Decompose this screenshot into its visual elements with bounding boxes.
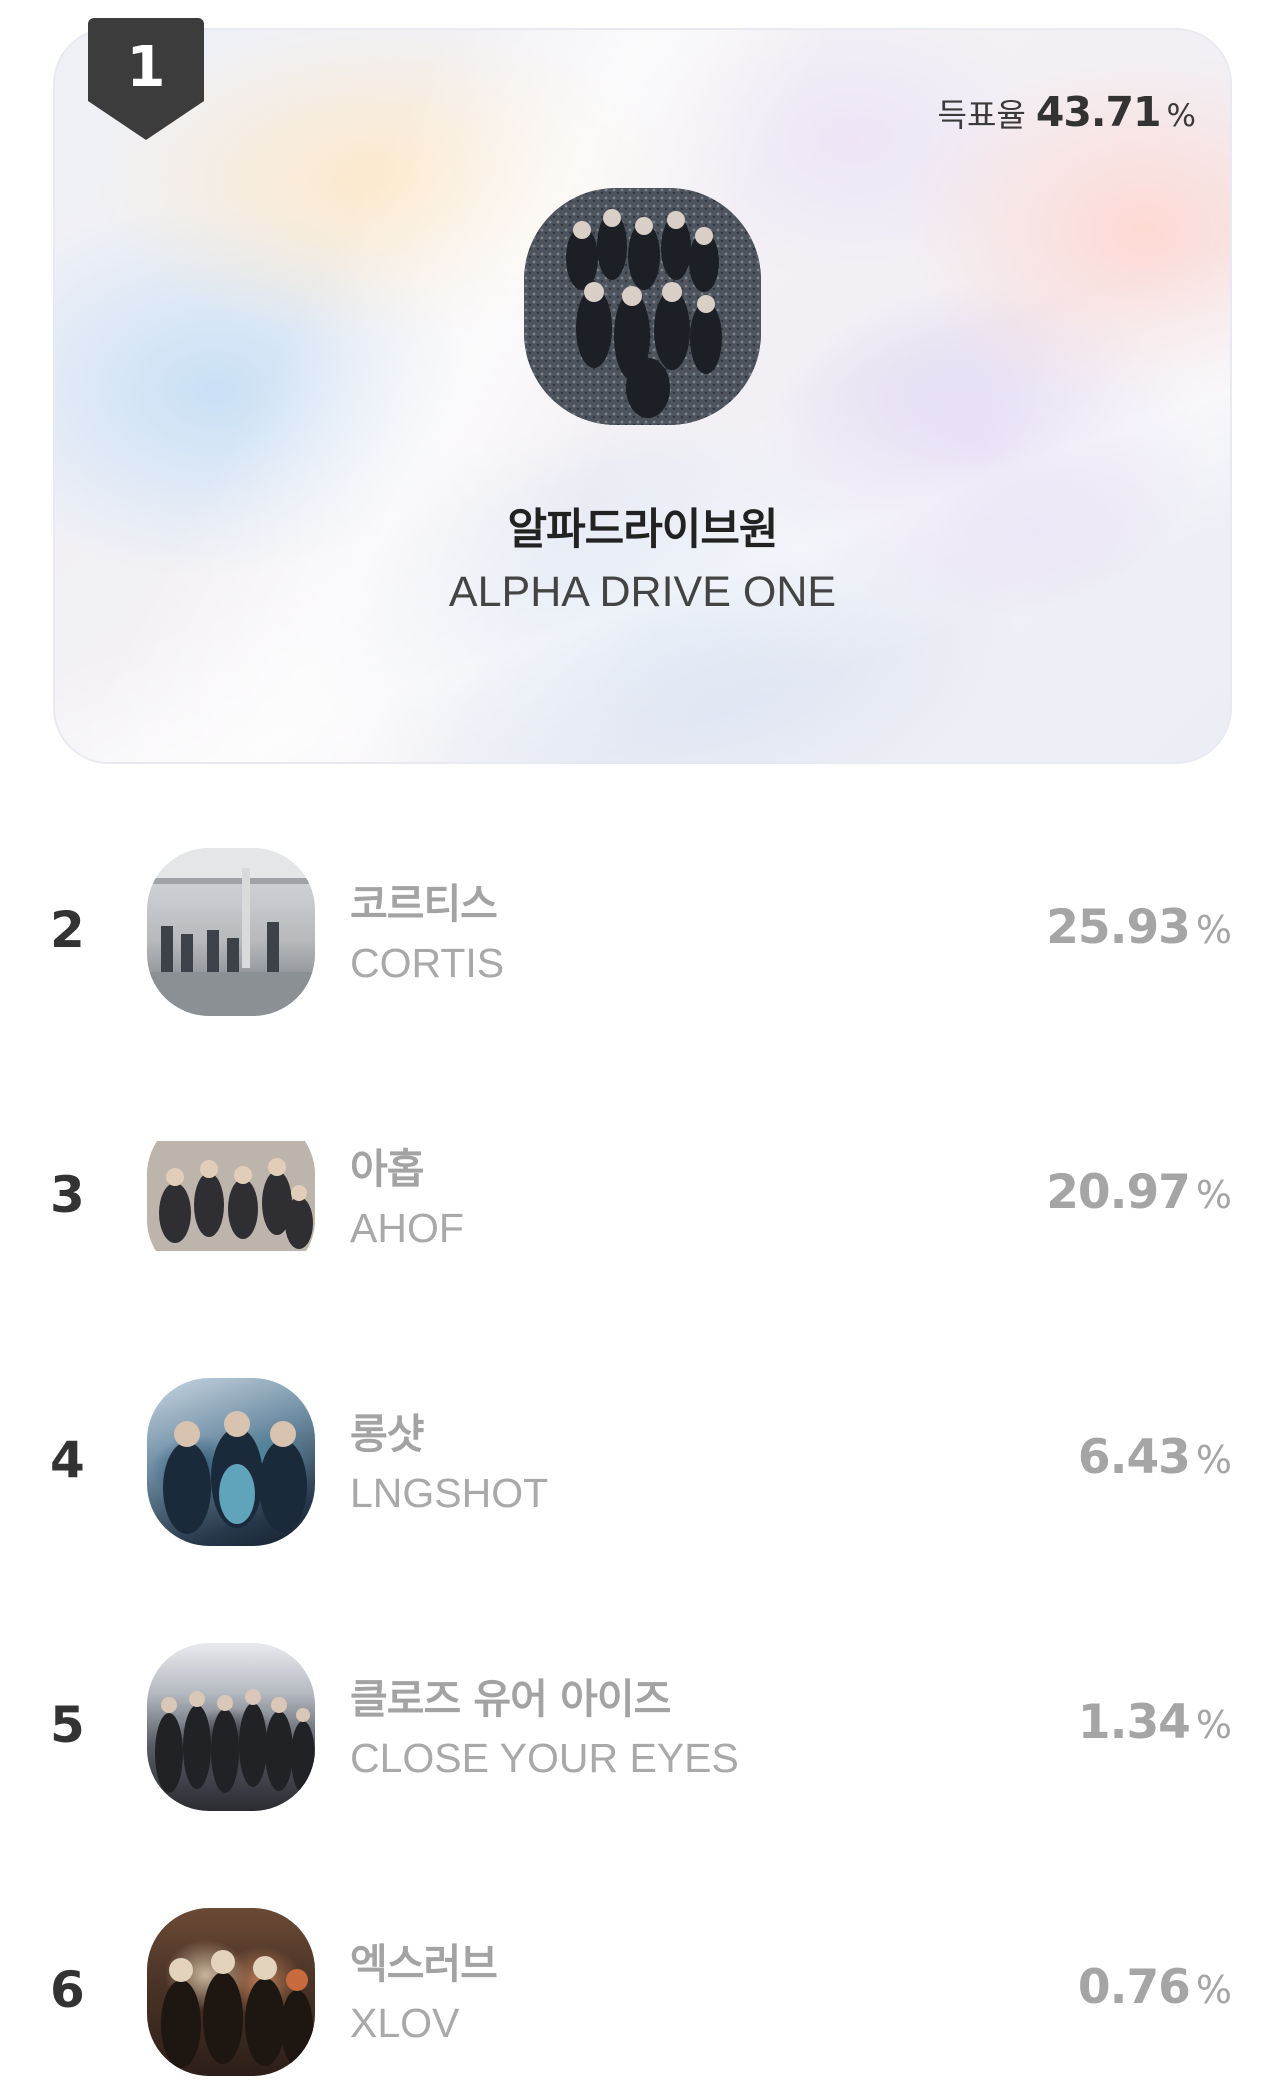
vote-percent-value: 0.76 <box>1077 1960 1191 2015</box>
group-name-korean: 엑스러브 <box>350 1940 498 1988</box>
rank-number: 2 <box>50 901 85 959</box>
group-name-english: AHOF <box>350 1205 464 1251</box>
vote-rate-value: 43.71 <box>1035 88 1162 136</box>
group-photo <box>147 1908 315 2076</box>
group-photo <box>147 1378 315 1546</box>
ranking-row[interactable]: 6 엑스러브 XLOV 0.76 % <box>0 1898 1284 2078</box>
rank-badge-number: 1 <box>126 35 166 100</box>
group-photo-image <box>163 1411 307 1534</box>
rank-number: 3 <box>50 1166 85 1224</box>
vote-percent: 20.97 % <box>1046 1165 1232 1220</box>
group-photo-image <box>147 1141 315 1251</box>
rank-number: 4 <box>50 1431 85 1489</box>
group-name-korean: 아홉 <box>350 1145 424 1193</box>
group-name-korean: 클로즈 유어 아이즈 <box>350 1675 671 1723</box>
group-photo <box>147 1643 315 1811</box>
vote-percent-unit: % <box>1195 1173 1232 1217</box>
vote-percent-value: 25.93 <box>1046 900 1191 955</box>
group-name-korean: 롱샷 <box>350 1410 424 1458</box>
vote-percent: 1.34 % <box>1078 1695 1232 1750</box>
ranking-row[interactable]: 4 롱샷 LNGSHOT 6.43 % <box>0 1368 1284 1548</box>
vote-percent-value: 1.34 <box>1077 1695 1191 1750</box>
winner-group-photo[interactable] <box>524 188 761 425</box>
vote-percent-value: 6.43 <box>1077 1430 1191 1485</box>
vote-percent-unit: % <box>1195 1968 1232 2012</box>
group-photo-image <box>161 1950 313 2068</box>
group-photo-image <box>147 848 315 1016</box>
ranking-row[interactable]: 3 아홉 AHOF 20.97 % <box>0 1103 1284 1283</box>
group-photo <box>147 848 315 1016</box>
ranking-row[interactable]: 5 클로즈 유어 아이즈 CLOSE YOUR EYES 1.34 % <box>0 1633 1284 1813</box>
group-name-korean: 코르티스 <box>350 880 498 928</box>
group-name-english: CLOSE YOUR EYES <box>350 1735 739 1781</box>
vote-percent-value: 20.97 <box>1046 1165 1191 1220</box>
vote-rate-label: 득표율 <box>937 96 1026 134</box>
winner-name-korean: 알파드라이브원 <box>507 505 779 555</box>
winner-name-english: ALPHA DRIVE ONE <box>448 568 837 616</box>
group-name-english: XLOV <box>350 2000 460 2046</box>
vote-percent: 6.43 % <box>1078 1430 1232 1485</box>
winner-card[interactable]: 득표율 43.71 % 알파드라이브원 ALPHA DRIVE ONE <box>53 28 1232 764</box>
group-photo <box>147 1113 315 1281</box>
vote-percent: 25.93 % <box>1046 900 1232 955</box>
vote-percent: 0.76 % <box>1078 1960 1232 2015</box>
vote-rate: 득표율 43.71 % <box>938 88 1196 136</box>
rank-number: 6 <box>50 1961 85 2019</box>
ranking-row[interactable]: 2 코르티스 CORTIS 25.93 % <box>0 838 1284 1018</box>
group-name-english: CORTIS <box>350 940 505 986</box>
vote-percent-unit: % <box>1195 908 1232 952</box>
vote-percent-unit: % <box>1195 1703 1232 1747</box>
group-name-english: LNGSHOT <box>350 1470 549 1516</box>
group-photo-image <box>155 1689 315 1793</box>
vote-percent-unit: % <box>1195 1438 1232 1482</box>
vote-rate-unit: % <box>1166 98 1196 134</box>
rank-number: 5 <box>50 1696 85 1754</box>
group-photo-image <box>524 188 761 425</box>
